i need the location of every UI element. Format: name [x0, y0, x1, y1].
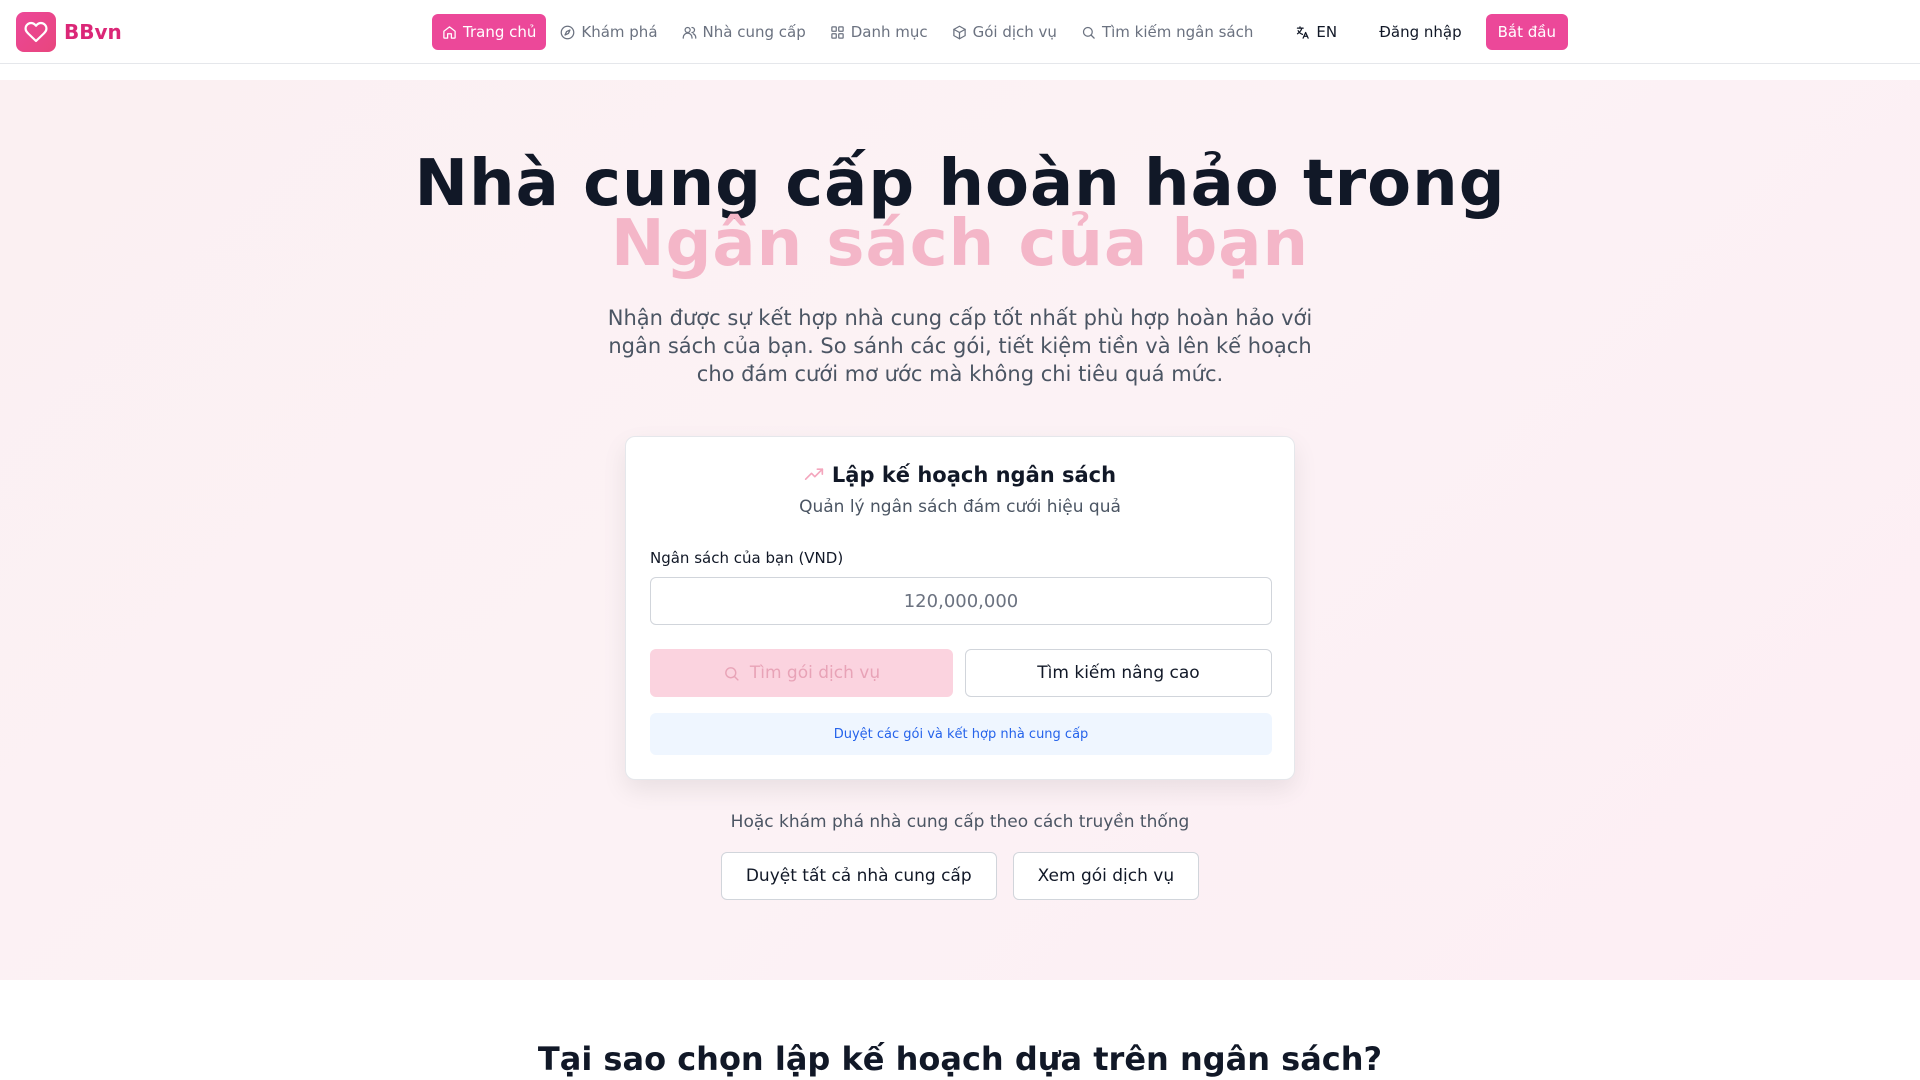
find-packages-button[interactable]: Tìm gói dịch vụ: [650, 649, 953, 697]
advanced-search-button[interactable]: Tìm kiếm nâng cao: [965, 649, 1272, 697]
nav-item-label: Gói dịch vụ: [972, 23, 1057, 41]
nav-item-packages[interactable]: Gói dịch vụ: [942, 14, 1067, 50]
nav-item-categories[interactable]: Danh mục: [820, 14, 938, 50]
view-packages-button[interactable]: Xem gói dịch vụ: [1012, 852, 1200, 900]
brand[interactable]: BBvn: [16, 12, 122, 52]
nav-item-explore[interactable]: Khám phá: [550, 14, 667, 50]
users-icon: [682, 26, 696, 39]
home-icon: [443, 25, 456, 39]
nav-item-label: Trang chủ: [463, 23, 537, 41]
budget-label: Ngân sách của bạn (VND): [650, 549, 844, 567]
nav-item-home[interactable]: Trang chủ: [432, 14, 547, 50]
language-label: EN: [1316, 23, 1338, 41]
auth-actions: Đăng nhập Bắt đầu: [1375, 14, 1568, 50]
heart-icon: [16, 12, 56, 52]
hero-subtitle: Nhận được sự kết hợp nhà cung cấp tốt nh…: [607, 306, 1313, 386]
get-started-button[interactable]: Bắt đầu: [1485, 14, 1568, 50]
find-packages-label: Tìm gói dịch vụ: [749, 663, 881, 683]
search-icon: [724, 666, 739, 681]
nav-item-budget-search[interactable]: Tìm kiếm ngân sách: [1071, 14, 1263, 50]
hero-title-line1: Nhà cung cấp hoàn hảo trong: [414, 147, 1506, 221]
browse-info-link[interactable]: Duyệt các gói và kết hợp nhà cung cấp: [650, 713, 1272, 755]
alternative-actions: Duyệt tất cả nhà cung cấp Xem gói dịch v…: [0, 852, 1920, 900]
browse-all-vendors-button[interactable]: Duyệt tất cả nhà cung cấp: [720, 852, 997, 900]
compass-icon: [561, 25, 575, 39]
top-navbar: BBvn Trang chủ Khám phá Nhà cung cấp Dan…: [0, 0, 1920, 64]
planner-title-text: Lập kế hoạch ngân sách: [831, 463, 1117, 487]
budget-input[interactable]: [650, 577, 1272, 625]
planner-title: Lập kế hoạch ngân sách: [626, 463, 1294, 487]
section-title: Tại sao chọn lập kế hoạch dựa trên ngân …: [537, 1040, 1383, 1078]
package-icon: [952, 25, 966, 39]
alternative-text: Hoặc khám phá nhà cung cấp theo cách tru…: [730, 812, 1190, 832]
language-switcher[interactable]: EN: [1285, 14, 1347, 50]
login-link[interactable]: Đăng nhập: [1375, 23, 1465, 41]
planner-subtitle: Quản lý ngân sách đám cưới hiệu quả: [799, 497, 1121, 517]
nav-item-label: Nhà cung cấp: [702, 23, 806, 41]
hero-title: Nhà cung cấp hoàn hảo trong Ngân sách củ…: [0, 147, 1920, 281]
grid-icon: [830, 25, 844, 39]
search-icon: [1082, 26, 1095, 39]
nav-item-vendors[interactable]: Nhà cung cấp: [672, 14, 816, 50]
trending-up-icon: [804, 468, 824, 480]
translate-icon: [1297, 25, 1310, 39]
main-nav: Trang chủ Khám phá Nhà cung cấp Danh mục…: [432, 14, 1347, 50]
budget-planner-card: Lập kế hoạch ngân sách Quản lý ngân sách…: [625, 436, 1295, 780]
nav-item-label: Khám phá: [581, 23, 658, 41]
hero-title-line2: Ngân sách của bạn: [611, 207, 1309, 281]
nav-item-label: Tìm kiếm ngân sách: [1101, 23, 1254, 41]
hero-section: Nhà cung cấp hoàn hảo trong Ngân sách củ…: [0, 80, 1920, 980]
brand-name: BBvn: [64, 20, 122, 44]
nav-item-label: Danh mục: [850, 23, 928, 41]
